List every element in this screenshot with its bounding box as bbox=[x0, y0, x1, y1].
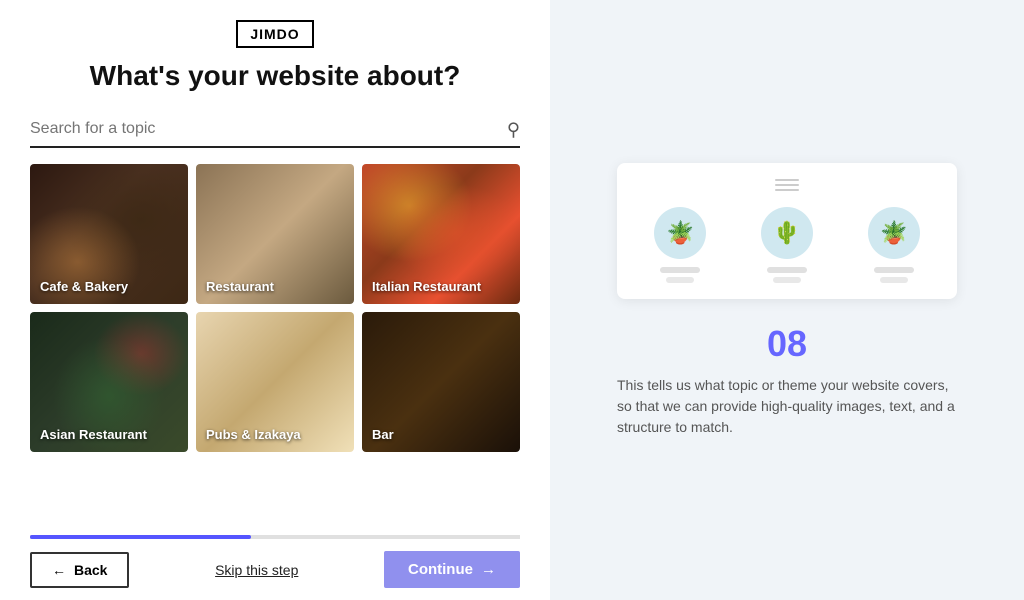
preview-line-shorter-2 bbox=[880, 277, 908, 283]
category-label-pubs-izakaya: Pubs & Izakaya bbox=[206, 427, 301, 442]
search-input[interactable] bbox=[30, 112, 520, 148]
category-label-italian-restaurant: Italian Restaurant bbox=[372, 279, 481, 294]
category-label-bar: Bar bbox=[372, 427, 394, 442]
categories-grid: Cafe & Bakery Restaurant Italian Restauran… bbox=[30, 164, 520, 452]
menu-line-3 bbox=[775, 189, 799, 191]
continue-arrow-icon: → bbox=[481, 561, 496, 578]
preview-item-2: 🪴 bbox=[846, 207, 941, 283]
category-item-asian-restaurant[interactable]: Asian Restaurant bbox=[30, 312, 188, 452]
preview-lines-1 bbox=[767, 267, 807, 283]
preview-circle-2: 🪴 bbox=[868, 207, 920, 259]
category-item-pubs-izakaya[interactable]: Pubs & Izakaya bbox=[196, 312, 354, 452]
preview-lines-0 bbox=[660, 267, 700, 283]
category-item-italian-restaurant[interactable]: Italian Restaurant bbox=[362, 164, 520, 304]
step-description: This tells us what topic or theme your w… bbox=[617, 375, 957, 438]
preview-line-shorter-1 bbox=[773, 277, 801, 283]
continue-button[interactable]: Continue → bbox=[384, 551, 520, 588]
step-number: 08 bbox=[767, 323, 807, 365]
category-label-asian-restaurant: Asian Restaurant bbox=[40, 427, 147, 442]
preview-circle-1: 🌵 bbox=[761, 207, 813, 259]
preview-line-short-0 bbox=[660, 267, 700, 273]
preview-line-shorter-0 bbox=[666, 277, 694, 283]
logo: JIMDO bbox=[236, 20, 313, 48]
search-container: ⚲ bbox=[30, 112, 520, 148]
preview-card: 🪴 🌵 🪴 bbox=[617, 163, 957, 299]
menu-line-2 bbox=[775, 184, 799, 186]
back-button[interactable]: ← Back bbox=[30, 552, 129, 588]
preview-items-row: 🪴 🌵 🪴 bbox=[633, 207, 941, 283]
back-arrow-icon: ← bbox=[52, 562, 66, 578]
bottom-nav: ← Back Skip this step Continue → bbox=[30, 539, 520, 600]
preview-item-0: 🪴 bbox=[633, 207, 728, 283]
page-title: What's your website about? bbox=[90, 60, 461, 92]
preview-item-1: 🌵 bbox=[740, 207, 835, 283]
preview-header bbox=[633, 179, 941, 191]
category-item-bar[interactable]: Bar bbox=[362, 312, 520, 452]
preview-circle-0: 🪴 bbox=[654, 207, 706, 259]
category-item-restaurant[interactable]: Restaurant bbox=[196, 164, 354, 304]
back-label: Back bbox=[74, 562, 107, 578]
search-icon[interactable]: ⚲ bbox=[507, 120, 520, 141]
right-panel: 🪴 🌵 🪴 08 This tells us what topic or the… bbox=[550, 0, 1024, 600]
skip-button[interactable]: Skip this step bbox=[215, 562, 298, 578]
preview-line-short-1 bbox=[767, 267, 807, 273]
category-label-cafe-bakery: Cafe & Bakery bbox=[40, 279, 128, 294]
category-label-restaurant: Restaurant bbox=[206, 279, 274, 294]
left-panel: JIMDO What's your website about? ⚲ Cafe … bbox=[0, 0, 550, 600]
preview-line-short-2 bbox=[874, 267, 914, 273]
continue-label: Continue bbox=[408, 561, 473, 578]
preview-lines-2 bbox=[874, 267, 914, 283]
category-item-cafe-bakery[interactable]: Cafe & Bakery bbox=[30, 164, 188, 304]
menu-line-1 bbox=[775, 179, 799, 181]
menu-lines bbox=[775, 179, 799, 191]
